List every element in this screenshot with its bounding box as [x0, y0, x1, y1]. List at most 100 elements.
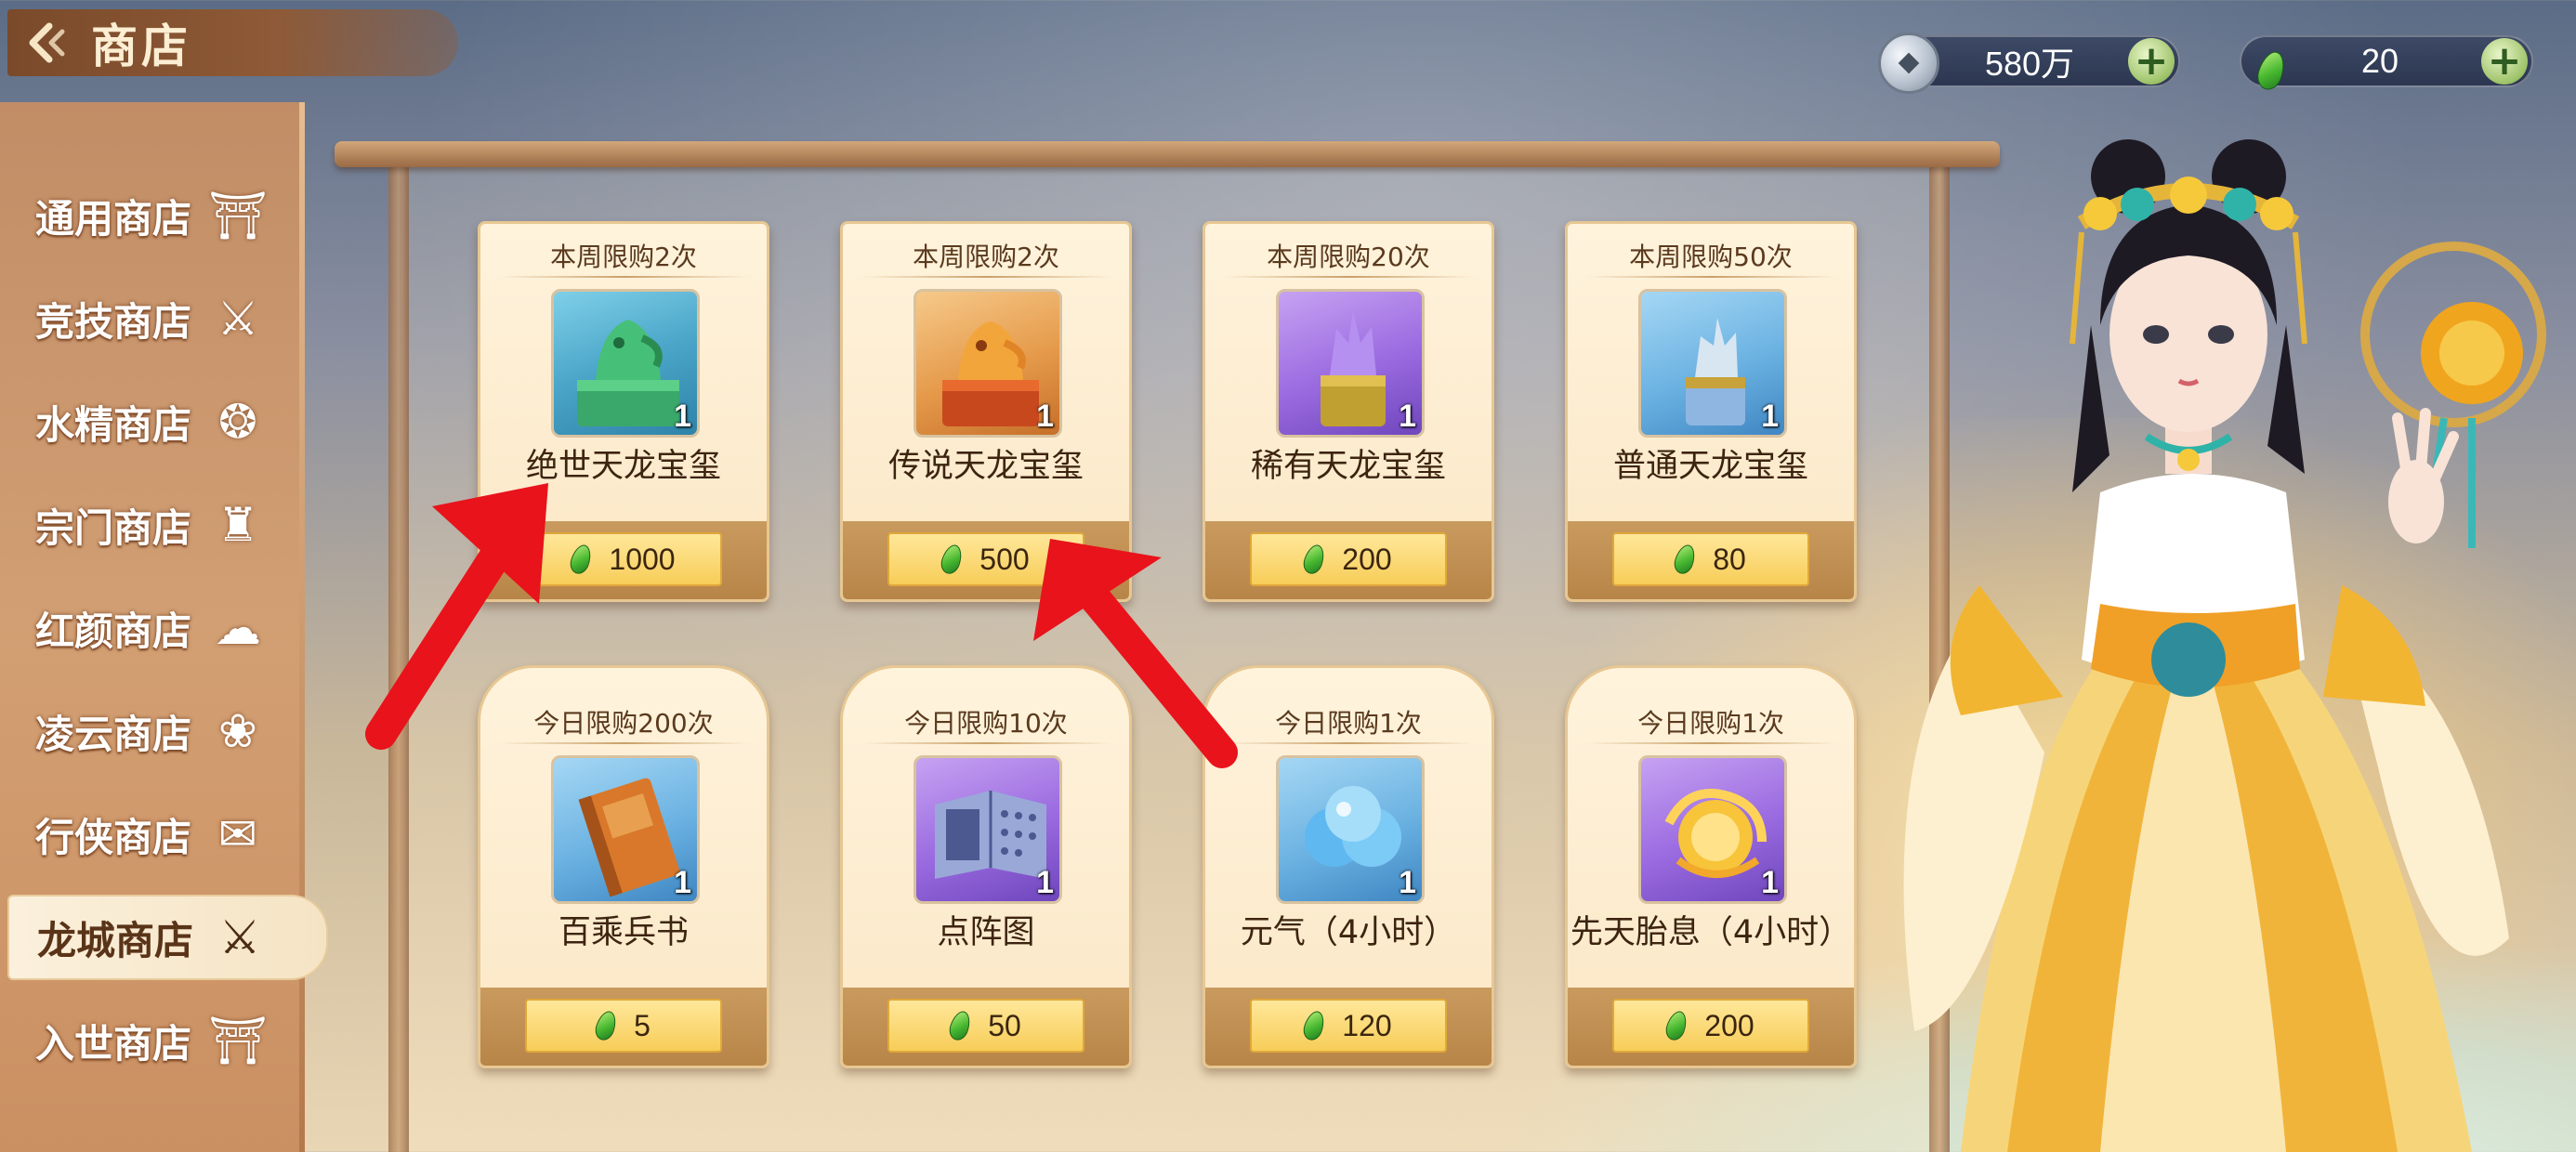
- purchase-limit-text: 今日限购1次: [1275, 708, 1422, 739]
- shop-category-icon: ⛩: [208, 188, 268, 242]
- buy-button[interactable]: 50: [887, 999, 1084, 1053]
- sidebar-item-rushi[interactable]: 入世商店 ⛩: [7, 998, 328, 1083]
- purchase-limit-text: 本周限购2次: [550, 242, 697, 272]
- page-title: 商店: [91, 19, 191, 73]
- sidebar-item-label: 行侠商店: [35, 814, 192, 860]
- buy-button[interactable]: 200: [1612, 999, 1809, 1053]
- shop-item-card[interactable]: 今日限购1次 1 先天胎息（4小时） 200: [1565, 665, 1857, 1068]
- jade-gem-icon: [1671, 542, 1699, 577]
- item-price: 120: [1342, 1008, 1392, 1042]
- shop-category-icon: ⛩: [208, 1013, 268, 1067]
- divider: [1224, 276, 1475, 278]
- add-silver-button[interactable]: +: [2128, 38, 2175, 85]
- shop-item-card[interactable]: 本周限购50次 1 普通天龙宝玺 80: [1565, 221, 1857, 602]
- sidebar-item-beauty[interactable]: 红颜商店 ☁: [7, 585, 328, 671]
- sidebar-item-label: 宗门商店: [35, 504, 192, 551]
- shop-category-icon: ✉: [218, 807, 257, 861]
- shelf-post-left: [388, 163, 409, 1152]
- add-jade-button[interactable]: +: [2481, 38, 2528, 85]
- divider: [499, 276, 750, 278]
- item-icon-box[interactable]: 1: [551, 755, 700, 904]
- item-icon-box[interactable]: 1: [1276, 289, 1425, 438]
- purchase-limit-text: 今日限购200次: [533, 708, 714, 739]
- item-quantity: 1: [1399, 399, 1416, 434]
- item-icon-box[interactable]: 1: [1638, 755, 1787, 904]
- shop-item-card[interactable]: 今日限购1次 1 元气（4小时） 120: [1203, 665, 1494, 1068]
- item-price: 80: [1713, 542, 1746, 576]
- back-button[interactable]: [7, 9, 91, 76]
- sidebar-item-sect[interactable]: 宗门商店 ♜: [7, 482, 328, 568]
- shop-item-card[interactable]: 今日限购200次 1 百乘兵书 5: [478, 665, 769, 1068]
- shop-category-icon: ☁: [215, 601, 261, 655]
- item-name: 传说天龙宝玺: [887, 448, 1084, 485]
- item-quantity: 1: [1036, 865, 1054, 900]
- sidebar-item-lingyun[interactable]: 凌云商店 ❀: [7, 688, 328, 774]
- item-icon-box[interactable]: 1: [913, 755, 1062, 904]
- item-name: 元气（4小时）: [1240, 914, 1457, 951]
- buy-button[interactable]: 1000: [525, 532, 722, 586]
- divider: [1586, 742, 1837, 744]
- item-name: 先天胎息（4小时）: [1570, 914, 1852, 951]
- shop-category-icon: ❀: [218, 704, 257, 758]
- sidebar-item-label: 水精商店: [35, 401, 192, 448]
- item-price: 500: [979, 542, 1030, 576]
- sidebar-item-label: 入世商店: [35, 1020, 192, 1067]
- silver-coin-icon: [1875, 30, 1942, 97]
- jade-gem-icon: [1300, 1008, 1328, 1043]
- item-quantity: 1: [674, 865, 691, 900]
- purchase-limit-text: 本周限购2次: [913, 242, 1059, 272]
- shop-item-card[interactable]: 本周限购20次 1 稀有天龙宝玺 200: [1203, 221, 1494, 602]
- divider: [861, 742, 1112, 744]
- purchase-limit-text: 今日限购10次: [904, 708, 1068, 739]
- item-price: 50: [988, 1008, 1021, 1042]
- sidebar-item-label: 通用商店: [35, 195, 192, 242]
- shop-item-card[interactable]: 今日限购10次 1 点阵图 50: [840, 665, 1132, 1068]
- buy-button[interactable]: 5: [525, 999, 722, 1053]
- jade-gem-icon: [567, 542, 595, 577]
- item-icon-box[interactable]: 1: [913, 289, 1062, 438]
- sidebar-item-label: 龙城商店: [37, 917, 194, 963]
- item-price: 200: [1704, 1008, 1755, 1042]
- shelf-top-beam: [335, 141, 2000, 167]
- item-icon-box[interactable]: 1: [1276, 755, 1425, 904]
- jade-gem-icon: [946, 1008, 974, 1043]
- sidebar-item-dragon-city[interactable]: 龙城商店 ⚔: [7, 895, 328, 980]
- purchase-limit-text: 今日限购1次: [1637, 708, 1784, 739]
- jade-gem-icon: [1663, 1008, 1690, 1043]
- jade-currency-bar: 20 +: [2240, 35, 2533, 93]
- buy-button[interactable]: 120: [1250, 999, 1447, 1053]
- sidebar-item-label: 红颜商店: [35, 608, 192, 654]
- buy-button[interactable]: 200: [1250, 532, 1447, 586]
- item-icon-box[interactable]: 1: [551, 289, 700, 438]
- jade-gem-icon: [592, 1008, 620, 1043]
- sidebar-item-xingxia[interactable]: 行侠商店 ✉: [7, 792, 328, 877]
- shop-category-icon: ⚔: [217, 292, 259, 346]
- item-quantity: 1: [1036, 399, 1054, 434]
- buy-button[interactable]: 80: [1612, 532, 1809, 586]
- item-icon-box[interactable]: 1: [1638, 289, 1787, 438]
- title-bar: 商店: [7, 9, 458, 76]
- sidebar-item-arena[interactable]: 竞技商店 ⚔: [7, 276, 328, 361]
- item-quantity: 1: [1399, 865, 1416, 900]
- item-price: 5: [634, 1008, 651, 1042]
- purchase-limit-text: 本周限购20次: [1267, 242, 1430, 272]
- sidebar-item-label: 竞技商店: [35, 298, 192, 345]
- shop-item-card[interactable]: 本周限购2次 1 传说天龙宝玺 500: [840, 221, 1132, 602]
- item-price: 200: [1342, 542, 1392, 576]
- sidebar-item-general[interactable]: 通用商店 ⛩: [7, 173, 328, 258]
- item-name: 点阵图: [937, 914, 1035, 951]
- shop-item-card[interactable]: 本周限购2次 1 绝世天龙宝玺 1000: [478, 221, 769, 602]
- shop-category-icon: ❂: [218, 395, 257, 449]
- divider: [499, 742, 750, 744]
- item-price: 1000: [609, 542, 676, 576]
- sidebar-item-water-spirit[interactable]: 水精商店 ❂: [7, 379, 328, 465]
- divider: [1586, 276, 1837, 278]
- buy-button[interactable]: 500: [887, 532, 1084, 586]
- shop-category-icon: ⚔: [218, 910, 261, 964]
- sidebar-item-label: 凌云商店: [35, 711, 192, 757]
- jade-gem-icon: [938, 542, 966, 577]
- character-illustration: [1903, 139, 2546, 1152]
- back-arrow-icon: [29, 22, 65, 63]
- jade-gem-icon: [1300, 542, 1328, 577]
- divider: [1224, 742, 1475, 744]
